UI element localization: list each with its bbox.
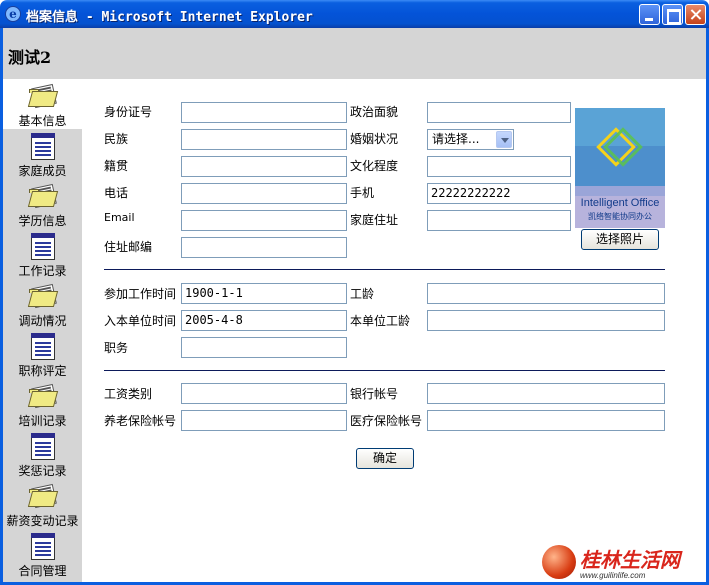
sidebar-item-basic-info[interactable]: 基本信息 xyxy=(3,79,82,129)
home-address-label: 家庭住址 xyxy=(350,213,399,227)
chevron-down-icon[interactable] xyxy=(496,131,512,148)
sidebar-item-family-members[interactable]: 家庭成员 xyxy=(3,129,82,179)
marital-status-value: 请选择... xyxy=(432,132,480,146)
position-label: 职务 xyxy=(104,341,129,355)
id-number-label: 身份证号 xyxy=(104,105,153,119)
main-form: 身份证号 政治面貌 民族 婚姻状况 请选择... 籍贯 文化程度 电话 手机 2… xyxy=(82,79,706,582)
photo-caption: Intelligent Office xyxy=(580,197,660,209)
confirm-button[interactable]: 确定 xyxy=(356,448,414,469)
home-address-input[interactable] xyxy=(427,210,571,231)
document-icon xyxy=(27,432,59,460)
globe-logo-icon xyxy=(542,545,576,579)
section-divider xyxy=(104,370,665,371)
sidebar-item-label: 调动情况 xyxy=(18,314,67,328)
watermark-title: 桂林生活网 xyxy=(580,548,680,572)
title-bar[interactable]: e 档案信息 - Microsoft Internet Explorer xyxy=(0,0,709,28)
bank-account-input[interactable] xyxy=(427,383,665,404)
sidebar: 基本信息 家庭成员 学历信息 工作记录 调动情况 职称评定 培训记录 奖惩记录 … xyxy=(3,79,82,582)
folder-icon xyxy=(27,82,59,110)
site-watermark: 桂林生活网 www.guilinlife.com xyxy=(542,544,706,582)
join-unit-date-input[interactable]: 2005-4-8 xyxy=(181,310,347,331)
work-years-label: 工龄 xyxy=(350,287,375,301)
sidebar-item-label: 家庭成员 xyxy=(18,164,67,178)
postal-code-label: 住址邮编 xyxy=(104,240,153,254)
header-band: 测试2 xyxy=(3,28,706,79)
political-status-label: 政治面貌 xyxy=(350,105,399,119)
bank-account-label: 银行帐号 xyxy=(350,387,399,401)
folder-icon xyxy=(27,282,59,310)
photo-subcaption: 凯络智能协同办公 xyxy=(588,212,652,221)
maximize-button[interactable] xyxy=(662,4,683,25)
political-status-input[interactable] xyxy=(427,102,571,123)
native-place-label: 籍贯 xyxy=(104,159,129,173)
medical-account-label: 医疗保险帐号 xyxy=(350,414,423,428)
sidebar-item-label: 奖惩记录 xyxy=(18,464,67,478)
position-input[interactable] xyxy=(181,337,347,358)
unit-years-label: 本单位工龄 xyxy=(350,314,411,328)
document-icon xyxy=(27,232,59,260)
salary-type-label: 工资类别 xyxy=(104,387,153,401)
marital-status-label: 婚姻状况 xyxy=(350,132,399,146)
mobile-label: 手机 xyxy=(350,186,375,200)
sidebar-item-salary-changes[interactable]: 薪资变动记录 xyxy=(3,479,82,529)
work-years-input[interactable] xyxy=(427,283,665,304)
folder-icon xyxy=(27,482,59,510)
marital-status-select[interactable]: 请选择... xyxy=(427,129,514,150)
medical-account-input[interactable] xyxy=(427,410,665,431)
phone-input[interactable] xyxy=(181,183,347,204)
pension-account-label: 养老保险帐号 xyxy=(104,414,177,428)
salary-type-input[interactable] xyxy=(181,383,347,404)
sidebar-item-rewards[interactable]: 奖惩记录 xyxy=(3,429,82,479)
sidebar-item-label: 工作记录 xyxy=(18,264,67,278)
sidebar-item-education[interactable]: 学历信息 xyxy=(3,179,82,229)
sidebar-item-title-evaluation[interactable]: 职称评定 xyxy=(3,329,82,379)
email-label: Email xyxy=(104,211,135,224)
sidebar-item-work-records[interactable]: 工作记录 xyxy=(3,229,82,279)
mobile-input[interactable]: 22222222222 xyxy=(427,183,571,204)
education-label: 文化程度 xyxy=(350,159,399,173)
page-title: 测试2 xyxy=(8,48,52,67)
sidebar-item-label: 学历信息 xyxy=(18,214,67,228)
ethnicity-label: 民族 xyxy=(104,132,129,146)
unit-years-input[interactable] xyxy=(427,310,665,331)
sidebar-item-label: 培训记录 xyxy=(18,414,67,428)
start-work-date-input[interactable]: 1900-1-1 xyxy=(181,283,347,304)
window-title: 档案信息 - Microsoft Internet Explorer xyxy=(26,10,313,25)
document-icon xyxy=(27,132,59,160)
ethnicity-input[interactable] xyxy=(181,129,347,150)
sidebar-item-training[interactable]: 培训记录 xyxy=(3,379,82,429)
native-place-input[interactable] xyxy=(181,156,347,177)
sidebar-item-label: 基本信息 xyxy=(18,114,67,128)
sidebar-item-label: 薪资变动记录 xyxy=(6,514,79,528)
document-icon xyxy=(27,332,59,360)
select-photo-button[interactable]: 选择照片 xyxy=(581,229,659,250)
start-work-date-label: 参加工作时间 xyxy=(104,287,177,301)
section-divider xyxy=(104,269,665,270)
internet-explorer-icon: e xyxy=(5,6,21,22)
postal-code-input[interactable] xyxy=(181,237,347,258)
join-unit-date-label: 入本单位时间 xyxy=(104,314,177,328)
education-input[interactable] xyxy=(427,156,571,177)
sidebar-item-label: 职称评定 xyxy=(18,364,67,378)
minimize-button[interactable] xyxy=(639,4,660,25)
sidebar-item-label: 合同管理 xyxy=(18,564,67,578)
pension-account-input[interactable] xyxy=(181,410,347,431)
id-number-input[interactable] xyxy=(181,102,347,123)
sidebar-item-contracts[interactable]: 合同管理 xyxy=(3,529,82,579)
document-icon xyxy=(27,532,59,560)
profile-photo: Intelligent Office 凯络智能协同办公 xyxy=(575,108,665,228)
phone-label: 电话 xyxy=(104,186,129,200)
folder-icon xyxy=(27,182,59,210)
close-button[interactable] xyxy=(685,4,706,25)
email-input[interactable] xyxy=(181,210,347,231)
watermark-url: www.guilinlife.com xyxy=(580,571,646,580)
folder-icon xyxy=(27,382,59,410)
sidebar-item-transfers[interactable]: 调动情况 xyxy=(3,279,82,329)
